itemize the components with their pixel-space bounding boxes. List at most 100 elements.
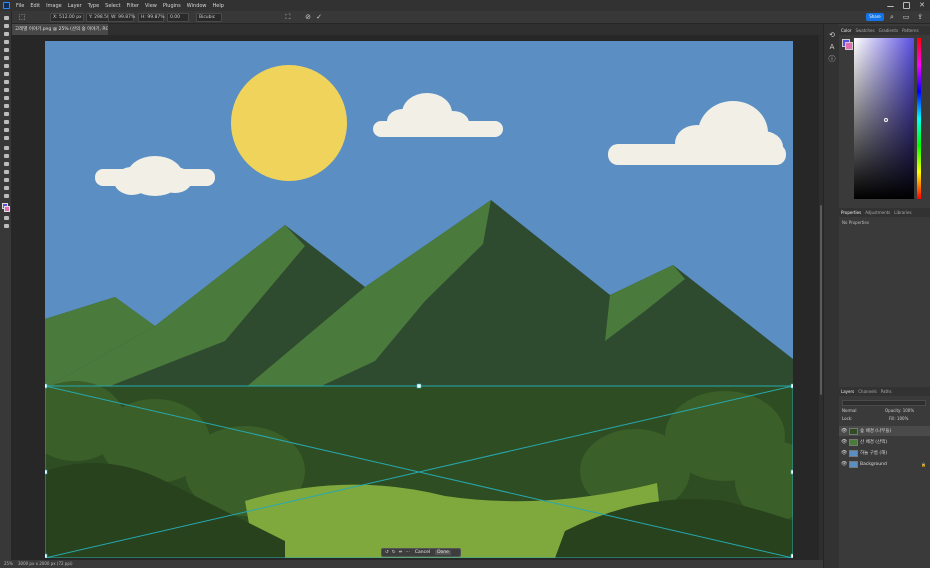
background-color-swatch[interactable] (4, 206, 10, 212)
opacity-field[interactable]: Opacity: 100% (885, 408, 914, 413)
eraser-tool-icon[interactable] (2, 111, 10, 117)
tab-gradients[interactable]: Gradients (879, 28, 899, 33)
search-icon[interactable]: ⌕ (888, 13, 896, 21)
history-panel-icon[interactable]: ⟲ (828, 31, 836, 39)
marquee-tool-icon[interactable] (2, 31, 10, 37)
share-icon[interactable]: ⇪ (916, 13, 924, 21)
tab-patterns[interactable]: Patterns (902, 28, 918, 33)
info-panel-icon[interactable]: ⓘ (828, 55, 836, 63)
menu-filter[interactable]: Filter (127, 3, 139, 9)
eyedropper-icon[interactable] (2, 71, 10, 77)
tab-properties[interactable]: Properties (841, 210, 861, 215)
photoshop-logo-icon[interactable] (3, 2, 10, 9)
path-selection-icon[interactable] (2, 161, 10, 167)
fill-field[interactable]: Fill: 100% (889, 416, 908, 421)
commit-transform-icon[interactable]: ✓ (315, 13, 323, 21)
menu-help[interactable]: Help (213, 3, 224, 9)
hue-slider[interactable] (917, 38, 921, 199)
warp-icon[interactable]: ⛶ (284, 13, 292, 21)
minimize-icon[interactable] (887, 2, 894, 7)
menu-file[interactable]: File (16, 3, 24, 9)
maximize-icon[interactable] (903, 2, 910, 9)
type-tool-icon[interactable] (2, 153, 10, 159)
transform-bounding-box[interactable] (45, 41, 793, 558)
menu-window[interactable]: Window (187, 3, 207, 9)
dodge-tool-icon[interactable] (2, 135, 10, 141)
menu-layer[interactable]: Layer (68, 3, 82, 9)
character-panel-icon[interactable]: A (828, 43, 836, 51)
zoom-level[interactable]: 25% (4, 561, 13, 566)
quick-mask-icon[interactable] (2, 215, 10, 221)
crop-tool-icon[interactable] (2, 55, 10, 61)
layer-row[interactable]: 👁 산 배경 (산맥) (839, 437, 930, 447)
document-info: 3000 px x 2000 px (72 ppi) (17, 561, 73, 566)
vertical-scroll-thumb[interactable] (820, 205, 822, 395)
more-options-icon[interactable]: ⋯ (405, 550, 410, 555)
zoom-tool-icon[interactable] (2, 185, 10, 191)
status-bar: 25% 3000 px x 2000 px (72 ppi) (0, 560, 823, 568)
transform-tool-icon[interactable]: ⬚ (18, 13, 26, 21)
handle-top-left (45, 383, 48, 389)
rectangle-tool-icon[interactable] (2, 169, 10, 175)
flip-horizontal-icon[interactable]: ⇹ (399, 550, 403, 555)
close-window-icon[interactable]: ✕ (918, 1, 926, 9)
menu-edit[interactable]: Edit (30, 3, 40, 9)
height-field[interactable]: H: 99.87% (138, 13, 165, 22)
layer-row[interactable]: 👁 Background 🔒 (839, 459, 930, 469)
visibility-eye-icon[interactable]: 👁 (841, 439, 847, 445)
color-background-swatch[interactable] (845, 42, 853, 50)
interpolation-select[interactable]: Bicubic (196, 13, 222, 22)
artboard-tool-icon[interactable] (2, 23, 10, 29)
properties-panel-tabs: Properties Adjustments Libraries (839, 208, 930, 217)
brush-tool-icon[interactable] (2, 87, 10, 93)
tab-adjustments[interactable]: Adjustments (865, 210, 890, 215)
width-field[interactable]: W: 99.87% (108, 13, 135, 22)
color-picker-field[interactable] (854, 38, 914, 199)
menu-type[interactable]: Type (88, 3, 99, 9)
healing-brush-icon[interactable] (2, 79, 10, 85)
layer-filter-bar[interactable] (842, 400, 926, 406)
tab-channels[interactable]: Channels (858, 389, 877, 394)
handle-middle-right (790, 469, 793, 475)
document-canvas[interactable] (45, 41, 793, 558)
frame-tool-icon[interactable] (2, 63, 10, 69)
hand-tool-icon[interactable] (2, 177, 10, 183)
pen-tool-icon[interactable] (2, 145, 10, 151)
cancel-button[interactable]: Cancel (413, 550, 432, 555)
gradient-tool-icon[interactable] (2, 119, 10, 125)
layer-row[interactable]: 👁 하늘 구름 (해) (839, 448, 930, 458)
workspace-icon[interactable]: ▭ (902, 13, 910, 21)
rotate-left-icon[interactable]: ↺ (385, 550, 389, 555)
history-brush-icon[interactable] (2, 103, 10, 109)
visibility-eye-icon[interactable]: 👁 (841, 450, 847, 456)
visibility-eye-icon[interactable]: 👁 (841, 428, 847, 434)
lasso-tool-icon[interactable] (2, 39, 10, 45)
move-tool-icon[interactable] (2, 15, 10, 21)
rotate-right-icon[interactable]: ↻ (392, 550, 396, 555)
tab-color[interactable]: Color (841, 28, 851, 33)
document-tab[interactable]: 고래별 이야기.png @ 25% (산의 숲 이야기, RGB/8#) * (12, 24, 108, 35)
layer-row[interactable]: 👁 숲 배경 (나무들) (839, 426, 930, 436)
tab-layers[interactable]: Layers (841, 389, 854, 394)
clone-stamp-icon[interactable] (2, 95, 10, 101)
more-tools-icon[interactable] (2, 193, 10, 199)
x-position-field[interactable]: X: 512.00 px (50, 13, 84, 22)
angle-field[interactable]: 0.00 (167, 13, 189, 22)
screen-mode-icon[interactable] (2, 223, 10, 229)
menu-select[interactable]: Select (105, 3, 120, 9)
menu-image[interactable]: Image (46, 3, 62, 9)
tab-paths[interactable]: Paths (881, 389, 892, 394)
done-button[interactable]: Done (435, 550, 451, 555)
blend-mode-select[interactable]: Normal (842, 408, 856, 413)
menu-view[interactable]: View (145, 3, 157, 9)
magic-wand-icon[interactable] (2, 47, 10, 53)
share-button[interactable]: Share (866, 13, 884, 21)
visibility-eye-icon[interactable]: 👁 (841, 461, 847, 467)
tab-swatches[interactable]: Swatches (855, 28, 874, 33)
tab-libraries[interactable]: Libraries (894, 210, 911, 215)
blur-tool-icon[interactable] (2, 127, 10, 133)
layer-name: 숲 배경 (나무들) (860, 429, 892, 434)
color-picker-cursor[interactable] (884, 118, 888, 122)
cancel-transform-icon[interactable]: ⊘ (304, 13, 312, 21)
menu-plugins[interactable]: Plugins (163, 3, 181, 9)
